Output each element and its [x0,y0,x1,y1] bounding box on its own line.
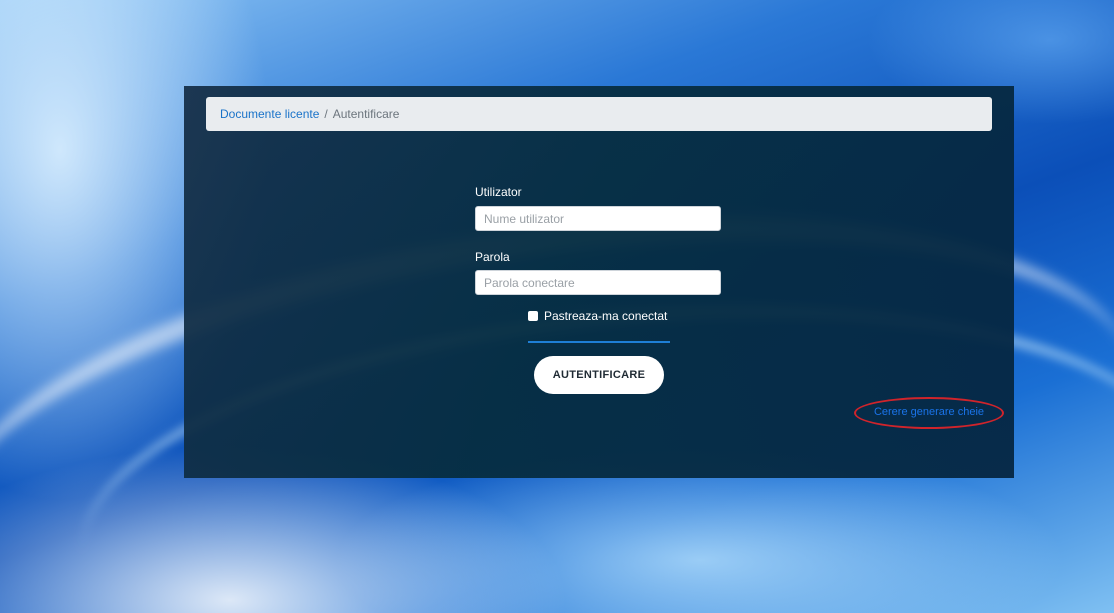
breadcrumb-separator: / [324,107,328,121]
username-input[interactable] [475,206,721,231]
breadcrumb-home-link[interactable]: Documente licente [220,107,319,121]
key-request-link[interactable]: Cerere generare cheie [854,406,1004,418]
key-request-area: Cerere generare cheie [854,397,1004,429]
checkbox-unchecked-icon[interactable] [528,311,538,321]
desktop-background: Documente licente / Autentificare Utiliz… [0,0,1114,613]
breadcrumb-current: Autentificare [332,107,400,121]
remember-me-label: Pastreaza-ma conectat [544,309,668,323]
form-divider [528,341,670,343]
login-button[interactable]: AUTENTIFICARE [534,356,664,394]
remember-me[interactable]: Pastreaza-ma conectat [528,309,667,323]
username-label: Utilizator [475,185,522,199]
password-input[interactable] [475,270,721,295]
login-panel: Documente licente / Autentificare Utiliz… [184,86,1014,478]
breadcrumb: Documente licente / Autentificare [206,97,992,131]
password-label: Parola [475,250,510,264]
